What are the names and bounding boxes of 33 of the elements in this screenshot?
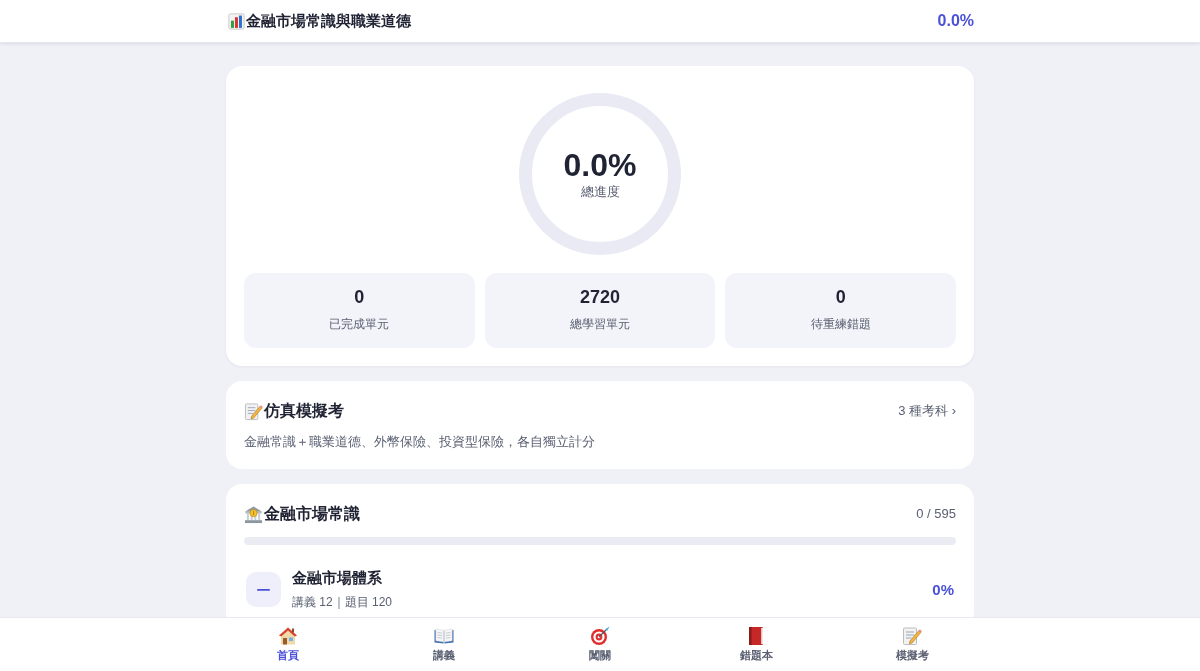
dash-icon [246, 571, 281, 607]
stat-value: 0 [835, 286, 846, 308]
stat-value: 2720 [579, 286, 620, 308]
nav-tab[interactable]: 講義 [414, 618, 474, 671]
subjects-link[interactable]: 3 種考科 › [898, 402, 956, 420]
nav-tab[interactable]: 錯題本 [726, 618, 786, 671]
unit-percent: 0% [932, 580, 954, 598]
bar-chart-icon [228, 12, 245, 30]
subject-title: 金融市場常識 [264, 504, 360, 524]
progress-value: 0.0% [563, 147, 637, 183]
memo-pencil-icon [244, 401, 263, 421]
memo-pencil-icon [902, 626, 922, 646]
card-title: 仿真模擬考 [264, 401, 344, 421]
stat-label: 待重練錯題 [810, 316, 871, 332]
closed-book-icon [746, 626, 766, 646]
target-icon [590, 626, 610, 646]
progress-percent: 0.0% [937, 12, 974, 30]
unit-title: 金融市場體系 [292, 568, 382, 588]
nav-tab[interactable]: 闖關 [570, 618, 630, 671]
page-title: 金融市場常識與職業道德 [246, 11, 411, 31]
progress-count: 0 / 595 [916, 505, 956, 523]
progress-label: 總進度 [580, 183, 620, 201]
card-description: 金融常識＋職業道德、外幣保險、投資型保險，各自獨立計分 [244, 433, 596, 451]
stat-label: 總學習單元 [570, 316, 630, 332]
house-icon [278, 626, 298, 646]
nav-tab[interactable]: 模擬考 [882, 618, 942, 671]
nav-tab[interactable]: 首頁 [258, 618, 318, 671]
stat-value: 0 [354, 286, 365, 308]
stat-label: 已完成單元 [329, 316, 390, 332]
bank-building-icon [244, 504, 263, 524]
mock-exam-card[interactable]: 仿真模擬考 3 種考科 › 金融常識＋職業道德、外幣保險、投資型保險，各自獨立計分 [226, 381, 974, 469]
open-book-icon [434, 626, 454, 646]
unit-meta: 講義 12｜題目 120 [292, 594, 393, 610]
